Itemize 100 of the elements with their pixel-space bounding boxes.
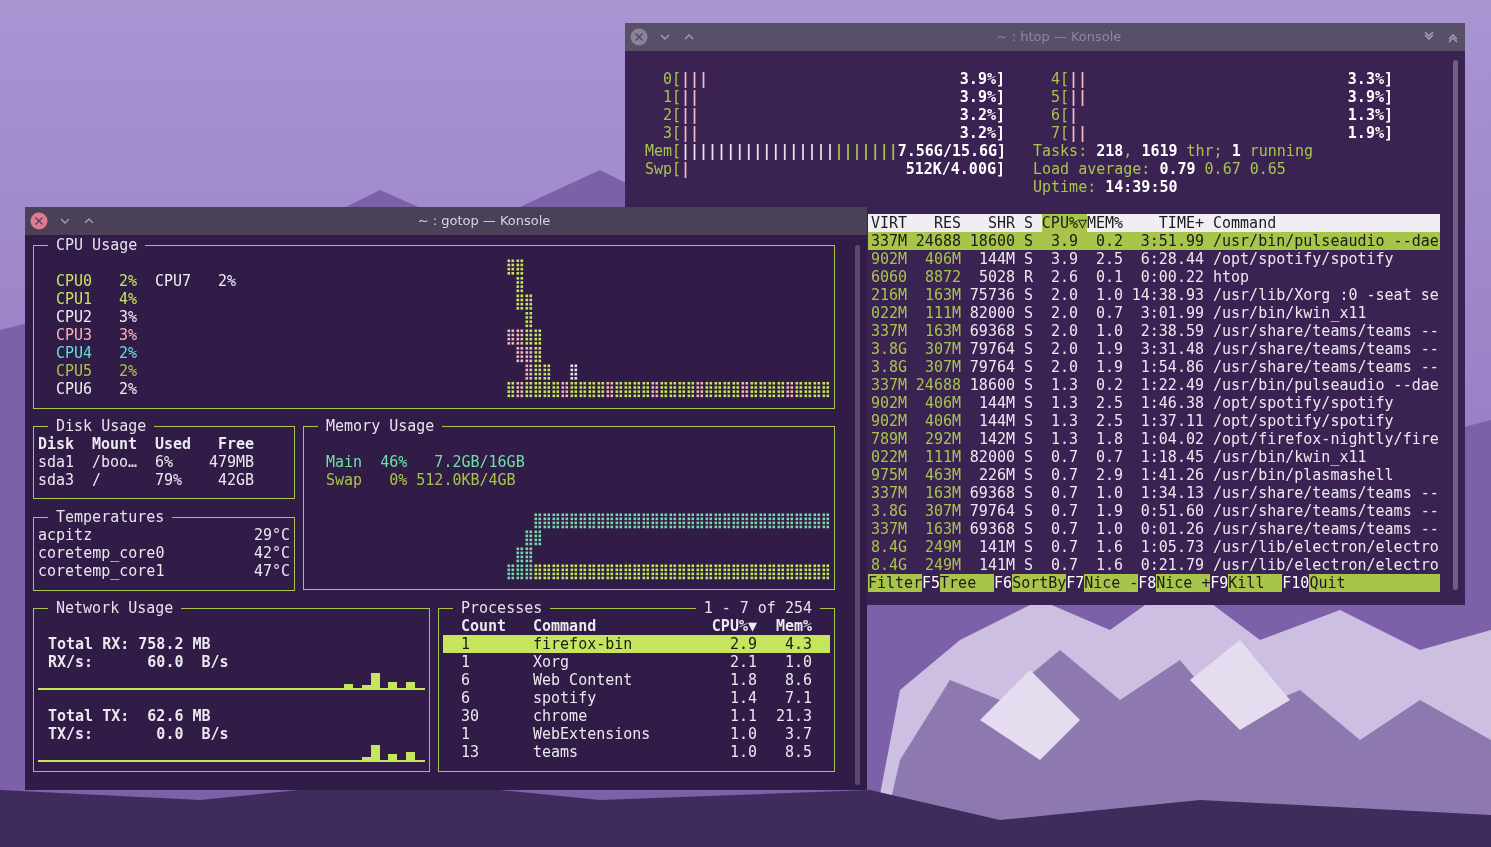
panel-title: CPU Usage [48,236,146,254]
column-header: Mount [92,435,139,453]
process-row[interactable]: 3.8G 307M 79764 S 2.0 1.9 3:31.48 /usr/share/teams/teams -- [868,340,1440,358]
cpu-name: CPU6 [56,380,94,398]
process-row[interactable]: 3.8G 307M 79764 S 0.7 1.9 0:51.60 /usr/share/teams/teams -- [868,502,1440,520]
column-header[interactable]: CPU%▽ [1041,214,1087,232]
process-row[interactable]: 6 Web Content 1.8 8.6 [443,671,830,689]
process-row[interactable]: 337M 24688 18600 S 1.3 0.2 1:22.49 /usr/bin/pulseaudio --dae [868,376,1440,394]
table-cell-text: S [1022,502,1033,520]
table-cell-text: 1:37.11 [1139,412,1204,430]
table-cell-text: S [1022,322,1033,340]
table-cell-text: 6060 [869,268,907,286]
function-key[interactable]: Nice - [1084,574,1139,592]
table-cell-text: 1 [461,725,472,743]
table-cell-text: 3.9 [1049,250,1078,268]
table-cell-text: 69368 [968,484,1015,502]
table-cell-text: WebExtensions [533,725,652,743]
function-key[interactable]: Kill [1228,574,1283,592]
process-row[interactable]: 789M 292M 142M S 1.3 1.8 1:04.02 /opt/firefox-nightly/fire [868,430,1440,448]
process-row[interactable]: 902M 406M 144M S 1.3 2.5 1:46.38 /opt/spotify/spotify [868,394,1440,412]
process-row[interactable]: 022M 111M 82000 S 0.7 0.7 1:18.45 /usr/bin/kwin_x11 [868,448,1440,466]
process-row[interactable]: 3.8G 307M 79764 S 2.0 1.9 1:54.86 /usr/share/teams/teams -- [868,358,1440,376]
table-cell: /usr/bin/pulseaudio --dae [1213,376,1439,394]
process-row[interactable]: 216M 163M 75736 S 2.0 1.0 14:38.93 /usr/lib/Xorg :0 -seat se [868,286,1440,304]
scrollbar[interactable] [855,245,860,785]
sensor-value: 42°C [253,544,290,562]
column-header[interactable]: TIME+ [1158,214,1204,232]
function-key[interactable]: Quit [1309,574,1440,592]
table-cell: /usr/share/teams/teams -- [1213,502,1439,520]
process-row[interactable]: 1 firefox-bin 2.9 4.3 [443,635,830,653]
column-header[interactable]: RES [933,214,961,232]
table-cell: /usr/share/teams/teams -- [1213,340,1439,358]
table-cell-text: 1.9 [1094,502,1123,520]
function-key[interactable]: Nice + [1156,574,1211,592]
table-cell-text: 144M [977,394,1015,412]
table-cell-text: 6:28.44 [1139,250,1204,268]
function-key[interactable]: Tree [940,574,995,592]
table-cell-text: 1:41.26 [1139,466,1204,484]
meter-label: 2[ [661,106,681,124]
table-cell-text: 1.0 [1094,286,1123,304]
process-row[interactable]: 6 spotify 1.4 7.1 [443,689,830,707]
process-row[interactable]: 1 WebExtensions 1.0 3.7 [443,725,830,743]
process-row[interactable]: 8.4G 249M 141M S 0.7 1.6 0:21.79 /usr/lib/electron/electro [868,556,1440,574]
process-row[interactable]: 337M 24688 18600 S 3.9 0.2 3:51.99 /usr/bin/pulseaudio --dae [868,232,1440,250]
meter-reading: 3.9%] [959,70,1005,88]
table-cell-text: 1:22.49 [1139,376,1204,394]
cpu-name: CPU4 [56,344,94,362]
process-row[interactable]: 30 chrome 1.1 21.3 [443,707,830,725]
table-cell-text: 79764 [968,502,1015,520]
table-cell-text: 6 [461,689,472,707]
meter-label: 7[ [1049,124,1069,142]
table-cell-text: 0.7 [1049,556,1078,574]
table-cell-text: 337M [869,376,907,394]
table-cell: /usr/share/teams/teams -- [1213,322,1439,340]
process-row[interactable]: 902M 406M 144M S 1.3 2.5 1:37.11 /opt/spotify/spotify [868,412,1440,430]
process-row[interactable]: 337M 163M 69368 S 0.7 1.0 0:01.26 /usr/share/teams/teams -- [868,520,1440,538]
process-row[interactable]: 6060 8872 5028 R 2.6 0.1 0:00.22 htop [868,268,1440,286]
table-cell-text: 163M [923,520,961,538]
rx-rate: RX/s: 60.0 B/s [47,653,230,671]
table-cell-text: 30 [461,707,481,725]
column-header[interactable]: Command [1213,214,1440,232]
process-row[interactable]: 1 Xorg 2.1 1.0 [443,653,830,671]
process-row[interactable]: 022M 111M 82000 S 2.0 0.7 3:01.99 /usr/bin/kwin_x11 [868,304,1440,322]
table-cell-text: 13 [461,743,481,761]
table-cell-text: 249M [923,538,961,556]
cpu-name: CPU1 [56,290,94,308]
table-cell-text: 142M [977,430,1015,448]
table-cell-text: sda1 [38,453,76,471]
function-key[interactable]: SortBy [1012,574,1067,592]
key-label: F6 [994,574,1013,592]
table-cell-text: 1:54.86 [1139,358,1204,376]
process-row[interactable]: 13 teams 1.0 8.5 [443,743,830,761]
meter-label: Mem[ [645,142,681,160]
table-cell-text: sda3 [38,471,76,489]
table-cell-text: 216M [869,286,907,304]
close-icon[interactable] [30,212,48,230]
table-cell-text: 789M [869,430,907,448]
table-cell-text: 79% [155,471,184,489]
sensor-name: acpitz [38,526,93,544]
process-row[interactable]: 902M 406M 144M S 3.9 2.5 6:28.44 /opt/spotify/spotify [868,250,1440,268]
table-cell-text: 1.3 [1049,412,1078,430]
table-cell-text: 21.3 [774,707,812,725]
scrollbar[interactable] [1453,60,1458,590]
table-cell-text: 144M [977,412,1015,430]
function-key[interactable]: Filter [868,574,922,592]
close-icon[interactable] [630,28,648,46]
process-row[interactable]: 337M 163M 69368 S 0.7 1.0 1:34.13 /usr/share/teams/teams -- [868,484,1440,502]
process-row[interactable]: 8.4G 249M 141M S 0.7 1.6 1:05.73 /usr/lib/electron/electro [868,538,1440,556]
column-header[interactable]: SHR [987,214,1015,232]
column-header[interactable]: VIRT [870,214,907,232]
table-cell: /usr/bin/pulseaudio --dae [1213,232,1439,250]
meter-bar-label: || [1069,70,1088,88]
table-cell-text: 463M [923,466,961,484]
process-row[interactable]: 337M 163M 69368 S 2.0 1.0 2:38.59 /usr/share/teams/teams -- [868,322,1440,340]
table-cell-text: S [1022,556,1033,574]
process-row[interactable]: 975M 463M 226M S 0.7 2.9 1:41.26 /usr/bin/plasmashell [868,466,1440,484]
column-header[interactable]: S [1023,214,1033,232]
table-cell-text: S [1022,232,1033,250]
table-cell: /usr/share/teams/teams -- [1213,520,1439,538]
table-cell-text: 8.4G [869,538,907,556]
